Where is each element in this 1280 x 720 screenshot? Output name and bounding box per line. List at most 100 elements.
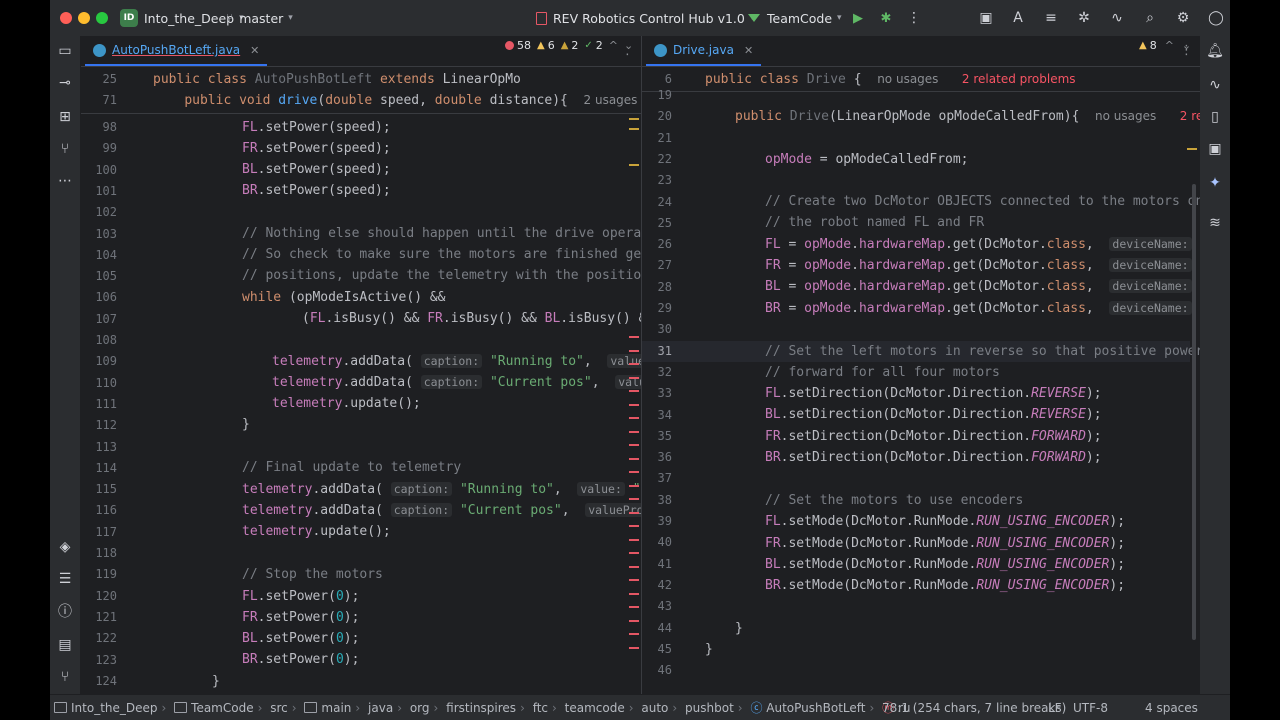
commit-icon[interactable]: ≡ xyxy=(1042,9,1060,27)
commit-tool-icon[interactable]: ⊸ xyxy=(56,74,74,92)
plugins-icon[interactable]: ✲ xyxy=(1075,9,1093,27)
chevron-down-icon[interactable]: ⌄ xyxy=(1182,39,1191,52)
error-stripe-mark[interactable] xyxy=(629,403,639,406)
file-encoding[interactable]: UTF-8 xyxy=(1073,695,1108,720)
error-stripe-mark[interactable] xyxy=(629,538,639,541)
branch-selector[interactable]: ⑂ master ▾ xyxy=(226,0,293,36)
error-stripe-mark[interactable] xyxy=(629,646,639,649)
error-stripe-mark[interactable] xyxy=(629,579,639,581)
running-devices-icon[interactable]: ▣ xyxy=(1206,140,1224,158)
tab-drive[interactable]: Drive.java ✕ xyxy=(646,36,762,66)
code-line: FR = opMode.hardwareMap.get(DcMotor.clas… xyxy=(765,255,1200,276)
error-stripe-mark[interactable] xyxy=(629,498,639,500)
error-stripe-mark[interactable] xyxy=(629,336,639,338)
version-control-icon[interactable]: ⑂ xyxy=(56,668,74,686)
line-number: 23 xyxy=(657,173,672,188)
caret-position[interactable]: 78:1 (254 chars, 7 line breaks) xyxy=(882,695,1066,720)
breadcrumb-item[interactable]: teamcode xyxy=(565,701,625,715)
gradle-icon[interactable]: ∿ xyxy=(1108,9,1126,27)
error-stripe-mark[interactable] xyxy=(629,619,639,622)
run-config-selector[interactable]: TeamCode ▾ xyxy=(748,0,842,36)
breadcrumb-item[interactable]: firstinspires xyxy=(446,701,516,715)
minimize-window-button[interactable] xyxy=(78,12,90,24)
breadcrumb-item[interactable]: Into_the_Deep xyxy=(71,701,158,715)
error-stripe-mark[interactable] xyxy=(629,511,639,514)
breadcrumb-item[interactable]: pushbot xyxy=(685,701,734,715)
error-stripe-mark[interactable] xyxy=(629,457,639,460)
warning-stripe-mark[interactable] xyxy=(629,128,639,130)
code-line: FL = opMode.hardwareMap.get(DcMotor.clas… xyxy=(765,234,1200,255)
build-variants-icon[interactable]: ◈ xyxy=(56,538,74,556)
error-stripe-mark[interactable] xyxy=(629,430,639,433)
settings-gear-icon[interactable]: ⚙ xyxy=(1174,9,1192,27)
error-stripe-mark[interactable] xyxy=(629,525,639,527)
vertical-scrollbar[interactable] xyxy=(1192,184,1196,640)
translate-icon[interactable]: A xyxy=(1009,9,1027,27)
breadcrumb-item[interactable]: TeamCode xyxy=(191,701,253,715)
device-selector[interactable]: REV Robotics Control Hub v1.0 ▾ xyxy=(536,0,754,36)
terminal-icon[interactable]: ▤ xyxy=(56,636,74,654)
notifications-bell-icon[interactable]: 🔔︎ xyxy=(1206,42,1224,60)
breadcrumb-item[interactable]: java xyxy=(368,701,393,715)
warning-stripe-mark[interactable] xyxy=(629,164,639,166)
breadcrumb-item[interactable]: AutoPushBotLeft xyxy=(766,701,865,715)
error-stripe-mark[interactable] xyxy=(629,565,639,568)
indent-setting[interactable]: 4 spaces xyxy=(1145,695,1198,720)
problems-icon[interactable]: ⓘ xyxy=(56,602,74,620)
close-tab-icon[interactable]: ✕ xyxy=(250,44,259,57)
error-stripe-mark[interactable] xyxy=(629,417,639,419)
code-line: BL.setPower(speed); xyxy=(242,162,391,177)
line-number: 21 xyxy=(657,130,672,145)
run-icon[interactable]: ▶ xyxy=(849,9,867,27)
inspection-widget[interactable]: ▲ 8 ^ ⌄ xyxy=(1139,39,1191,52)
search-icon[interactable]: ⌕ xyxy=(1141,9,1159,27)
gemini-icon[interactable]: ✦ xyxy=(1206,174,1224,192)
typo-check-icon: ✓ xyxy=(584,40,593,51)
breadcrumb-item[interactable]: main xyxy=(321,701,351,715)
warning-stripe-mark[interactable] xyxy=(1187,148,1197,150)
code-line: } xyxy=(242,417,250,432)
error-stripe-mark[interactable] xyxy=(629,592,639,595)
error-stripe-mark[interactable] xyxy=(629,633,639,635)
breadcrumb-item[interactable]: org xyxy=(410,701,430,715)
line-number: 98 xyxy=(102,120,117,134)
inspection-widget[interactable]: 58 ▲ 6 ▲ 2 ✓ 2 ^ ⌄ xyxy=(501,39,638,52)
warning-stripe-mark[interactable] xyxy=(629,118,639,120)
error-stripe-mark[interactable] xyxy=(629,376,639,379)
wifi-icon[interactable]: ≋ xyxy=(1206,214,1224,232)
device-manager-icon[interactable]: ▣ xyxy=(977,9,995,27)
chevron-up-icon[interactable]: ^ xyxy=(609,39,618,52)
gradle-tool-icon[interactable]: ∿ xyxy=(1206,76,1224,94)
device-mirroring-icon[interactable]: ▯ xyxy=(1206,108,1224,126)
error-stripe-mark[interactable] xyxy=(629,552,639,554)
logcat-icon[interactable]: ☰ xyxy=(56,570,74,588)
line-number: 117 xyxy=(95,524,117,539)
more-tools-icon[interactable]: ⋯ xyxy=(56,172,74,190)
breadcrumb-item[interactable]: auto xyxy=(641,701,668,715)
error-stripe-mark[interactable] xyxy=(629,484,639,487)
debug-icon[interactable]: ✱ xyxy=(877,9,895,27)
zoom-window-button[interactable] xyxy=(96,12,108,24)
code-line: BR.setPower(0); xyxy=(242,652,360,667)
project-folder-icon[interactable]: ▭ xyxy=(56,42,74,60)
chevron-down-icon[interactable]: ⌄ xyxy=(624,39,633,52)
chevron-up-icon[interactable]: ^ xyxy=(1165,39,1174,52)
breadcrumb-item[interactable]: src xyxy=(270,701,288,715)
account-icon[interactable]: ◯ xyxy=(1207,9,1225,27)
breadcrumb-item[interactable]: ftc xyxy=(533,701,548,715)
error-stripe-mark[interactable] xyxy=(629,390,639,392)
close-window-button[interactable] xyxy=(60,12,72,24)
error-stripe-mark[interactable] xyxy=(629,471,639,473)
code-line: BR.setDirection(DcMotor.Direction.FORWAR… xyxy=(765,450,1102,465)
code-line: BL.setPower(0); xyxy=(242,631,360,646)
close-tab-icon[interactable]: ✕ xyxy=(744,44,753,57)
error-stripe-mark[interactable] xyxy=(629,363,639,365)
pull-request-icon[interactable]: ⑂ xyxy=(56,140,74,158)
line-separator[interactable]: LF xyxy=(1048,695,1062,720)
tab-autopushbotleft[interactable]: AutoPushBotLeft.java ✕ xyxy=(85,36,268,66)
structure-icon[interactable]: ⊞ xyxy=(56,108,74,126)
error-stripe-mark[interactable] xyxy=(629,606,639,608)
more-options-icon[interactable]: ⋮ xyxy=(905,9,923,27)
error-stripe-mark[interactable] xyxy=(629,349,639,352)
error-stripe-mark[interactable] xyxy=(629,444,639,446)
